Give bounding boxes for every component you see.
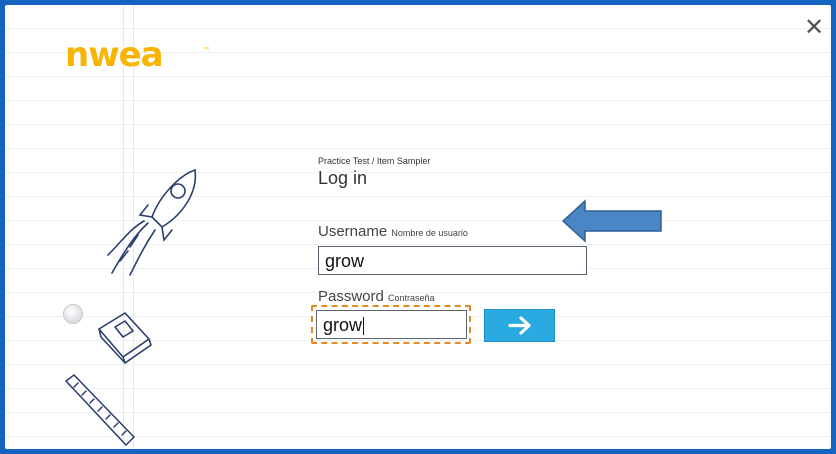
username-input[interactable]: grow <box>318 246 587 275</box>
close-icon[interactable]: ✕ <box>801 15 827 41</box>
right-arrow-icon <box>508 316 531 335</box>
login-submit-button[interactable] <box>484 309 555 342</box>
logo-trademark: ™ <box>203 47 209 53</box>
radio-dot[interactable] <box>63 304 83 324</box>
rocket-doodle <box>107 168 197 276</box>
book-doodle <box>98 312 152 364</box>
text-caret <box>363 317 365 336</box>
username-label: Username Nombre de usuario <box>318 223 468 240</box>
password-value: grow <box>323 315 363 335</box>
password-label-text: Password <box>318 288 384 305</box>
username-label-es: Nombre de usuario <box>391 228 468 238</box>
ruler-doodle <box>64 374 136 447</box>
password-input[interactable]: grow <box>316 310 467 339</box>
username-value: grow <box>325 251 365 271</box>
username-label-text: Username <box>318 223 388 240</box>
blue-pointer-arrow <box>561 199 662 243</box>
login-window: nwea ™ ✕ Practice Test / Item Sampler Lo… <box>5 5 831 449</box>
page-subtitle: Practice Test / Item Sampler <box>318 156 431 166</box>
password-label: Password Contraseña <box>318 288 435 305</box>
nwea-logo: nwea <box>65 35 164 75</box>
password-label-es: Contraseña <box>388 293 435 303</box>
page-title: Log in <box>318 168 368 188</box>
